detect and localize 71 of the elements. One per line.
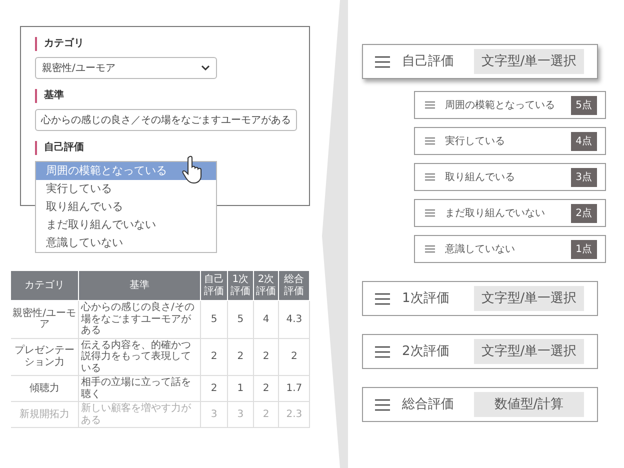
table-cell: 5 [200, 300, 228, 338]
table-cell: 2 [200, 338, 228, 376]
table-cell: 2 [278, 338, 310, 376]
table-cell: 1.7 [278, 376, 310, 402]
menu-icon[interactable] [375, 346, 390, 358]
table-cell: 新規開拓力 [10, 402, 78, 428]
option-text: 実行している [445, 134, 506, 148]
table-cell: 5 [228, 300, 254, 338]
field-item[interactable]: 2次評価 文字型/単一選択 [362, 334, 598, 369]
table-cell: 2 [253, 376, 279, 402]
table-cell: 親密性/ユーモア [10, 300, 78, 338]
table-cell: 相手の立場に立って話を聴く [78, 376, 200, 402]
option-item[interactable]: 取り組んでいる 3点 [414, 163, 606, 191]
field-label: 自己評価 [35, 141, 295, 155]
table-cell: 2 [253, 402, 279, 428]
column-header: 自己評価 [200, 270, 228, 300]
field-label: カテゴリ [35, 37, 295, 51]
type-tag: 文字型/単一選択 [474, 48, 584, 74]
points-badge: 4点 [570, 132, 597, 150]
criteria-field[interactable]: 心からの感じの良さ／その場をなごますユーモアがある [35, 109, 297, 131]
table-cell: 3 [200, 402, 228, 428]
table-cell: 3 [228, 402, 254, 428]
points-badge: 1点 [570, 240, 597, 258]
type-tag: 文字型/単一選択 [474, 338, 584, 364]
points-badge: 5点 [570, 96, 597, 114]
table-cell: 2.3 [278, 402, 310, 428]
dropdown-option[interactable]: 実行している [36, 180, 216, 198]
option-text: まだ取り組んでいない [445, 206, 546, 220]
table-cell: 2 [253, 338, 279, 376]
option-text: 周囲の模範となっている [445, 98, 556, 112]
column-header: カテゴリ [10, 270, 78, 300]
table-cell: 2 [228, 338, 254, 376]
option-item[interactable]: 意識していない 1点 [414, 235, 606, 263]
type-tag: 数値型/計算 [474, 392, 584, 418]
option-item[interactable]: まだ取り組んでいない 2点 [414, 199, 606, 227]
dropdown-option[interactable]: 意識していない [36, 234, 216, 252]
category-select[interactable]: 親密性/ユーモア [35, 57, 217, 79]
points-badge: 3点 [570, 168, 597, 186]
option-text: 意識していない [445, 242, 516, 256]
table-cell: 4.3 [278, 300, 310, 338]
item-title: 2次評価 [402, 342, 450, 361]
column-header: 2次評価 [253, 270, 279, 300]
table-cell: 傾聴力 [10, 376, 78, 402]
dropdown-option[interactable]: まだ取り組んでいない [36, 216, 216, 234]
table-cell: 心からの感じの良さ/その場をなごますユーモアがある [78, 300, 200, 338]
table-cell: 2 [200, 376, 228, 402]
type-tag: 文字型/単一選択 [474, 286, 584, 312]
field-item[interactable]: 自己評価 文字型/単一選択 [362, 44, 598, 79]
column-header: 基準 [78, 270, 200, 300]
item-title: 1次評価 [402, 290, 450, 308]
field-label: 基準 [35, 89, 295, 103]
table-cell: プレゼンテーション力 [10, 338, 78, 376]
field-item[interactable]: 1次評価 文字型/単一選択 [362, 281, 598, 316]
item-title: 総合評価 [402, 396, 455, 414]
field-item[interactable]: 総合評価 数値型/計算 [362, 387, 598, 422]
table-cell: 4 [253, 300, 279, 338]
column-header: 1次評価 [228, 270, 254, 300]
dropdown-option[interactable]: 取り組んでいる [36, 198, 216, 216]
menu-icon[interactable] [375, 292, 390, 304]
option-item[interactable]: 周囲の模範となっている 5点 [414, 91, 606, 119]
table-cell: 1 [228, 376, 254, 402]
option-text: 取り組んでいる [445, 170, 516, 184]
item-title: 自己評価 [402, 52, 455, 71]
table-cell: 伝える内容を、的確かつ説得力をもって表現している [78, 338, 200, 376]
option-item[interactable]: 実行している 4点 [414, 127, 606, 155]
table-cell: 新しい顧客を増やす力がある [78, 402, 200, 428]
menu-icon[interactable] [375, 56, 390, 68]
points-badge: 2点 [570, 204, 597, 222]
chevron-icon [201, 65, 210, 71]
column-header: 総合評価 [278, 270, 310, 300]
menu-icon[interactable] [375, 398, 390, 410]
